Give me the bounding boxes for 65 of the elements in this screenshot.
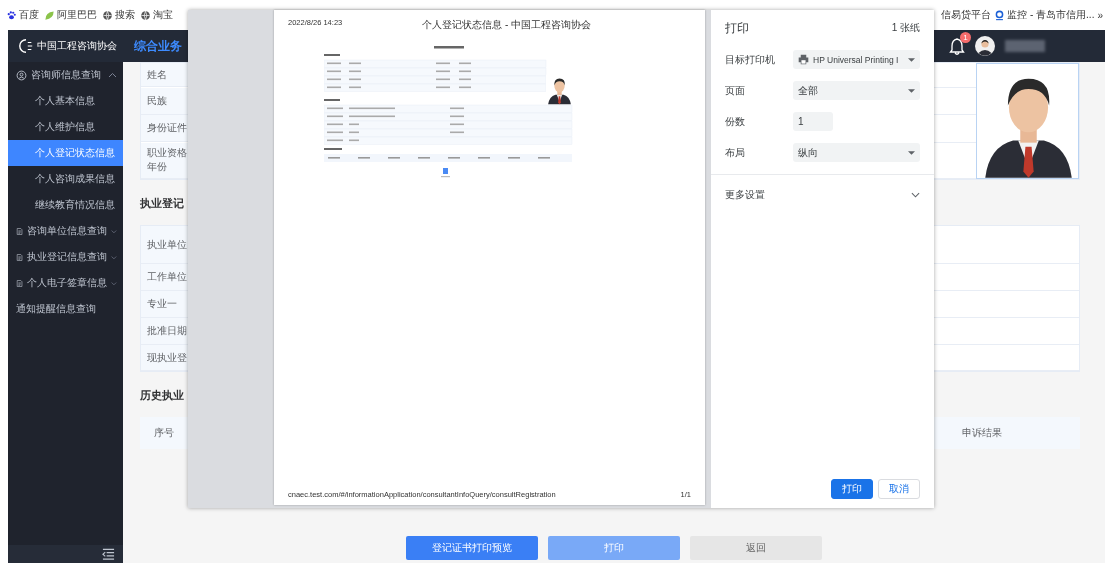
- field-label: 现执业登: [147, 350, 187, 365]
- sidebar-item[interactable]: 个人咨询成果信息: [8, 166, 123, 192]
- avatar-icon[interactable]: [975, 36, 995, 56]
- field-label: 职业资格年份: [147, 146, 187, 174]
- sidebar-item[interactable]: 通知提醒信息查询: [8, 296, 123, 322]
- sidebar-item[interactable]: 咨询单位信息查询: [8, 218, 123, 244]
- action-button[interactable]: 登记证书打印预览: [406, 536, 538, 560]
- field-label: 身份证件: [147, 121, 187, 135]
- field-label: 专业一: [147, 297, 177, 311]
- bookmark-link[interactable]: 信易贷平台: [941, 8, 992, 22]
- action-button[interactable]: 返回: [690, 536, 822, 560]
- system-title: 综合业务: [134, 37, 182, 55]
- sidebar-item[interactable]: 个人电子签章信息: [8, 270, 123, 296]
- emblem-icon: [18, 37, 34, 55]
- dialog-title: 打印: [725, 19, 749, 37]
- more-settings-toggle[interactable]: 更多设置: [725, 175, 920, 215]
- printer-icon: [798, 54, 809, 65]
- field-label: 执业单位: [147, 237, 187, 252]
- bookmark-link[interactable]: 搜索: [115, 8, 135, 22]
- globe-icon: [140, 9, 151, 21]
- document-icon: [16, 277, 24, 289]
- sheet-count: 1 张纸: [891, 21, 920, 35]
- bookmark-link[interactable]: 阿里巴巴: [57, 8, 97, 22]
- copies-field[interactable]: 1: [793, 112, 833, 131]
- paw-icon: [6, 9, 17, 21]
- notification-badge: 1: [960, 32, 971, 43]
- overflow-chevron[interactable]: »: [1097, 9, 1103, 21]
- field-label: 民族: [147, 93, 167, 108]
- column-header: 申诉结果: [962, 426, 1002, 440]
- collapse-menu-icon[interactable]: [102, 547, 115, 561]
- bell-icon[interactable]: [949, 37, 965, 55]
- sidebar-item[interactable]: 个人基本信息: [8, 88, 123, 114]
- document-icon: [16, 251, 24, 263]
- setting-dropdown[interactable]: 全部: [793, 81, 920, 100]
- setting-label: 目标打印机: [725, 52, 776, 67]
- redacted-username: [1005, 40, 1045, 52]
- person-circle-icon: [16, 69, 27, 81]
- document-icon: [16, 225, 24, 237]
- dialog-button[interactable]: 打印: [831, 479, 873, 499]
- section-heading: 历史执业: [140, 388, 185, 403]
- bookmark-link[interactable]: 百度: [19, 8, 39, 22]
- sidebar-item[interactable]: 继续教育情况信息: [8, 192, 123, 218]
- globe-icon: [102, 9, 113, 21]
- dialog-button[interactable]: 取消: [878, 479, 920, 499]
- sidebar-item[interactable]: 执业登记信息查询: [8, 244, 123, 270]
- setting-label: 页面: [725, 83, 746, 98]
- field-label: 批准日期: [147, 324, 187, 338]
- field-label: 姓名: [147, 67, 167, 82]
- leaf-icon: [44, 9, 55, 21]
- dropdown-arrow-icon: [908, 88, 915, 93]
- dropdown-arrow-icon: [908, 150, 915, 155]
- section-heading: 执业登记: [140, 196, 185, 211]
- sidebar-item[interactable]: 个人维护信息: [8, 114, 123, 140]
- logo-text: 中国工程咨询协会: [37, 39, 117, 53]
- setting-dropdown[interactable]: HP Universal Printing I: [793, 50, 920, 69]
- setting-label: 布局: [725, 145, 746, 160]
- page-title: 个人登记状态信息 - 中国工程咨询协会: [422, 18, 592, 32]
- setting-dropdown[interactable]: 纵向: [793, 143, 920, 162]
- bookmark-link[interactable]: 监控 - 青岛市信用...: [1007, 8, 1095, 22]
- field-label: 工作单位: [147, 270, 187, 284]
- column-header: 序号: [154, 426, 174, 440]
- sidebar-item[interactable]: 咨询师信息查询: [8, 62, 123, 88]
- dropdown-arrow-icon: [908, 57, 915, 62]
- setting-label: 份数: [725, 114, 746, 129]
- bookmark-link[interactable]: 淘宝: [153, 8, 173, 22]
